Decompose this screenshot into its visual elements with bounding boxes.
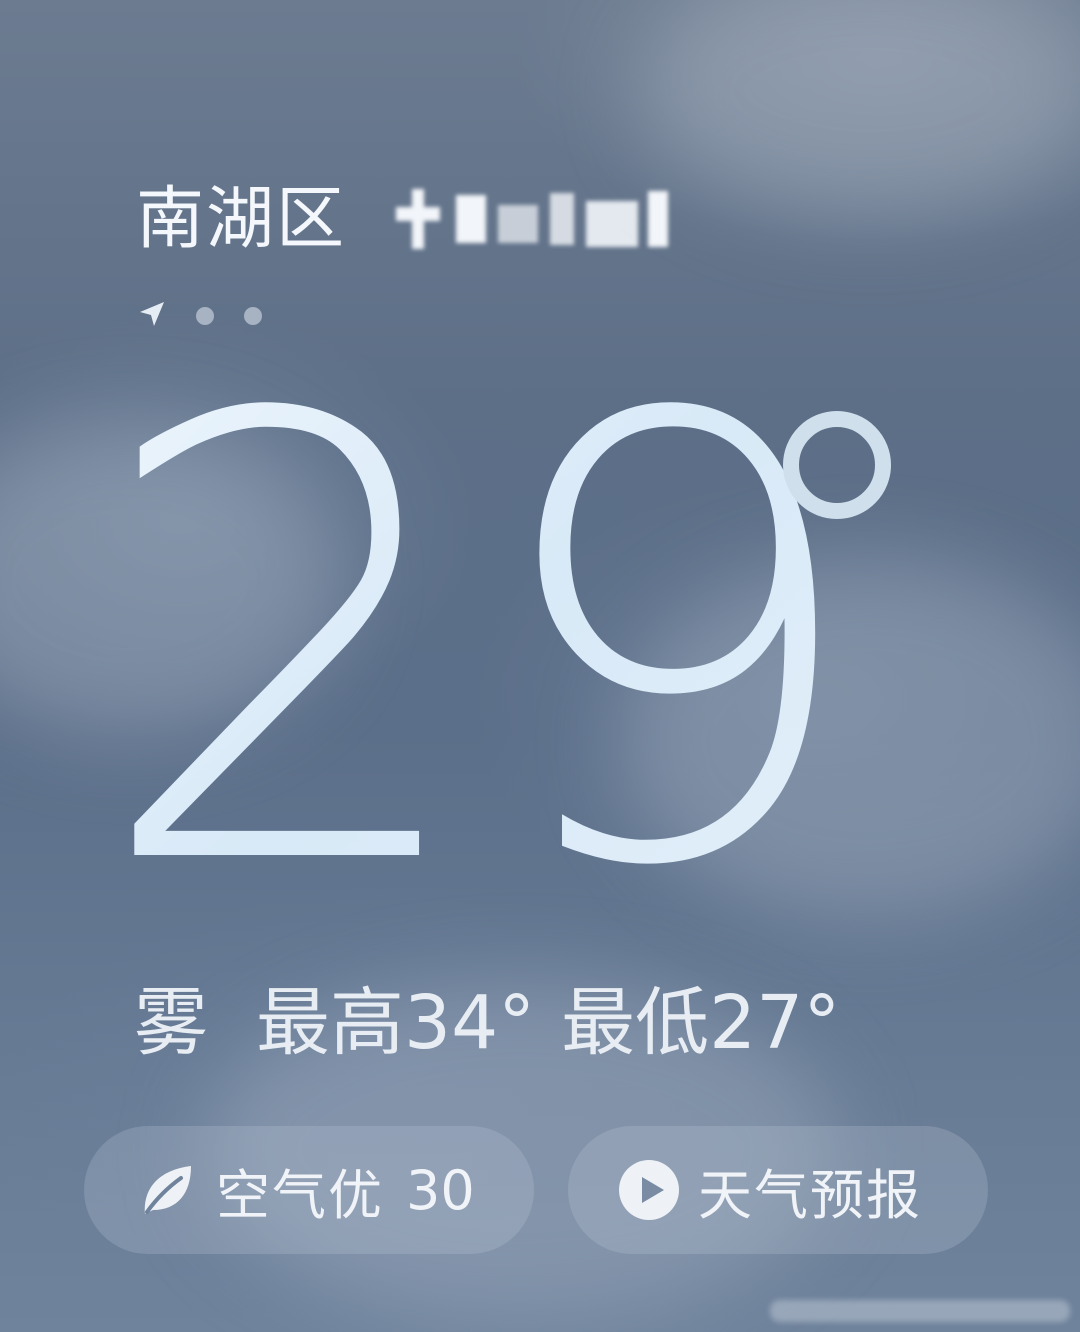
- page-dot: [244, 307, 262, 325]
- weather-summary: 雾 最高 34° 最低 27°: [134, 986, 840, 1060]
- low-label: 最低: [561, 980, 710, 1066]
- location-header[interactable]: 南湖区: [136, 186, 716, 254]
- air-quality-button[interactable]: 空气优 30: [84, 1126, 534, 1254]
- city-name: 南湖区: [136, 180, 347, 259]
- high-label: 最高: [256, 980, 404, 1066]
- air-quality-value: 30: [406, 1158, 475, 1222]
- weather-condition: 雾: [134, 980, 208, 1066]
- watermark: [770, 1300, 1070, 1322]
- air-quality-label: 空气优: [216, 1163, 384, 1227]
- leaf-icon: [134, 1157, 200, 1223]
- location-arrow-icon: [138, 300, 166, 332]
- masked-location-detail: [386, 187, 716, 253]
- play-circle-icon: [616, 1157, 682, 1223]
- weather-forecast-button[interactable]: 天气预报: [568, 1126, 988, 1254]
- high-temperature: 34°: [404, 980, 536, 1066]
- temperature-value: 29: [92, 370, 868, 890]
- low-temperature: 27°: [709, 980, 841, 1066]
- weather-forecast-label: 天气预报: [698, 1163, 922, 1227]
- page-indicator[interactable]: [138, 300, 262, 332]
- page-dot: [196, 307, 214, 325]
- current-temperature: 29: [92, 289, 912, 999]
